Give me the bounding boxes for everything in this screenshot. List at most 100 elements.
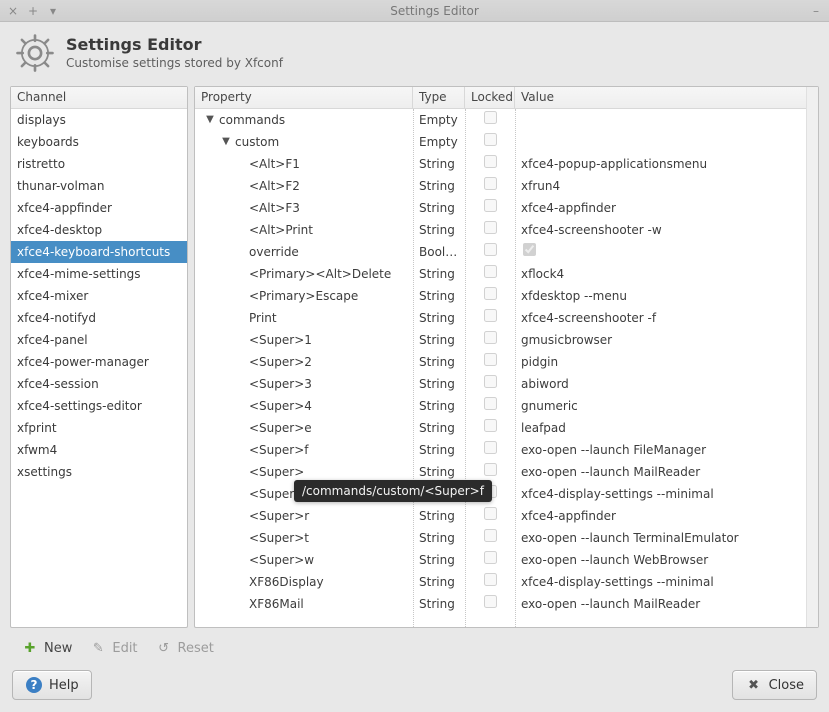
property-row[interactable]: <Super>4Stringgnumeric <box>195 395 806 417</box>
property-name: <Super>4 <box>249 395 312 417</box>
locked-checkbox <box>484 441 497 454</box>
help-button[interactable]: ? Help <box>12 670 92 700</box>
disclosure-triangle-icon[interactable]: ▼ <box>205 109 215 131</box>
channel-header[interactable]: Channel <box>11 87 187 108</box>
locked-cell <box>465 571 515 593</box>
scrollbar[interactable] <box>806 87 818 627</box>
property-type: String <box>413 285 465 307</box>
locked-cell <box>465 395 515 417</box>
locked-cell <box>465 593 515 615</box>
channel-item[interactable]: xfce4-desktop <box>11 219 187 241</box>
property-row[interactable]: <Alt>PrintStringxfce4-screenshooter -w <box>195 219 806 241</box>
property-row[interactable]: <Super>2Stringpidgin <box>195 351 806 373</box>
property-row[interactable]: <Primary><Alt>DeleteStringxflock4 <box>195 263 806 285</box>
channel-item[interactable]: displays <box>11 109 187 131</box>
property-row[interactable]: <Alt>F1Stringxfce4-popup-applicationsmen… <box>195 153 806 175</box>
channel-item[interactable]: xfprint <box>11 417 187 439</box>
property-value: xfce4-appfinder <box>515 505 806 527</box>
window-close-button[interactable]: × <box>6 0 20 22</box>
channel-item[interactable]: xfce4-session <box>11 373 187 395</box>
locked-checkbox <box>484 507 497 520</box>
channel-list[interactable]: displayskeyboardsristrettothunar-volmanx… <box>11 109 187 627</box>
window-new-button[interactable]: + <box>26 0 40 22</box>
window-menu-button[interactable]: ▾ <box>46 0 60 22</box>
locked-checkbox <box>484 155 497 168</box>
property-name: <Super>3 <box>249 373 312 395</box>
locked-checkbox <box>484 419 497 432</box>
channel-item[interactable]: xfce4-notifyd <box>11 307 187 329</box>
property-name: commands <box>219 109 285 131</box>
locked-checkbox <box>484 595 497 608</box>
tooltip: /commands/custom/<Super>f <box>294 480 492 502</box>
channel-item[interactable]: xfce4-appfinder <box>11 197 187 219</box>
property-name: custom <box>235 131 279 153</box>
property-type: String <box>413 219 465 241</box>
property-row[interactable]: <Super>wStringexo-open --launch WebBrows… <box>195 549 806 571</box>
property-type: String <box>413 175 465 197</box>
col-property[interactable]: Property <box>195 87 413 108</box>
property-row[interactable]: <Super>Stringexo-open --launch MailReade… <box>195 461 806 483</box>
property-row[interactable]: <Super>rStringxfce4-appfinder <box>195 505 806 527</box>
channel-item[interactable]: xsettings <box>11 461 187 483</box>
locked-checkbox <box>484 375 497 388</box>
close-label: Close <box>769 678 804 693</box>
col-type[interactable]: Type <box>413 87 465 108</box>
property-name: <Super>2 <box>249 351 312 373</box>
property-name: override <box>249 241 299 263</box>
property-value: gmusicbrowser <box>515 329 806 351</box>
disclosure-triangle-icon[interactable]: ▼ <box>221 131 231 153</box>
channel-item[interactable]: xfce4-panel <box>11 329 187 351</box>
col-value[interactable]: Value <box>515 87 806 108</box>
property-name: <Super>t <box>249 527 309 549</box>
locked-checkbox <box>484 353 497 366</box>
window-minimize-button[interactable]: – <box>809 0 823 22</box>
property-tree[interactable]: ▼commandsEmpty▼customEmpty<Alt>F1Stringx… <box>195 109 806 627</box>
property-row[interactable]: <Super>3Stringabiword <box>195 373 806 395</box>
property-row[interactable]: <Super>1Stringgmusicbrowser <box>195 329 806 351</box>
close-button[interactable]: ✖ Close <box>732 670 817 700</box>
locked-cell <box>465 439 515 461</box>
channel-item[interactable]: keyboards <box>11 131 187 153</box>
property-panel: Property Type Locked Value ▼commandsEmpt… <box>194 86 819 628</box>
property-row[interactable]: <Super>tStringexo-open --launch Terminal… <box>195 527 806 549</box>
new-button[interactable]: ✚ New <box>22 640 72 656</box>
property-row[interactable]: <Alt>F2Stringxfrun4 <box>195 175 806 197</box>
property-row[interactable]: <Alt>F3Stringxfce4-appfinder <box>195 197 806 219</box>
header-subtitle: Customise settings stored by Xfconf <box>66 56 283 70</box>
channel-item[interactable]: xfce4-mixer <box>11 285 187 307</box>
channel-item[interactable]: xfce4-settings-editor <box>11 395 187 417</box>
col-locked[interactable]: Locked <box>465 87 515 108</box>
property-name: <Alt>F2 <box>249 175 300 197</box>
property-row[interactable]: XF86DisplayStringxfce4-display-settings … <box>195 571 806 593</box>
property-type: String <box>413 197 465 219</box>
channel-item[interactable]: xfce4-power-manager <box>11 351 187 373</box>
locked-cell <box>465 263 515 285</box>
locked-checkbox <box>484 265 497 278</box>
svg-text:?: ? <box>31 678 38 692</box>
property-row[interactable]: ▼commandsEmpty <box>195 109 806 131</box>
property-row[interactable]: ▼customEmpty <box>195 131 806 153</box>
property-row[interactable]: <Primary>EscapeStringxfdesktop --menu <box>195 285 806 307</box>
channel-item[interactable]: xfce4-mime-settings <box>11 263 187 285</box>
locked-cell <box>465 307 515 329</box>
channel-item[interactable]: xfce4-keyboard-shortcuts <box>11 241 187 263</box>
property-type: String <box>413 263 465 285</box>
property-row[interactable]: <Super>fStringexo-open --launch FileMana… <box>195 439 806 461</box>
locked-cell <box>465 373 515 395</box>
property-row[interactable]: PrintStringxfce4-screenshooter -f <box>195 307 806 329</box>
property-row[interactable]: XF86MailStringexo-open --launch MailRead… <box>195 593 806 615</box>
channel-item[interactable]: ristretto <box>11 153 187 175</box>
locked-checkbox <box>484 177 497 190</box>
locked-cell <box>465 175 515 197</box>
property-type: String <box>413 439 465 461</box>
locked-cell <box>465 329 515 351</box>
property-type: String <box>413 505 465 527</box>
locked-checkbox <box>484 287 497 300</box>
property-name: <Alt>F3 <box>249 197 300 219</box>
channel-item[interactable]: xfwm4 <box>11 439 187 461</box>
property-row[interactable]: <Super>pStringxfce4-display-settings --m… <box>195 483 806 505</box>
property-row[interactable]: overrideBoolean <box>195 241 806 263</box>
channel-item[interactable]: thunar-volman <box>11 175 187 197</box>
locked-cell <box>465 109 515 131</box>
property-row[interactable]: <Super>eStringleafpad <box>195 417 806 439</box>
